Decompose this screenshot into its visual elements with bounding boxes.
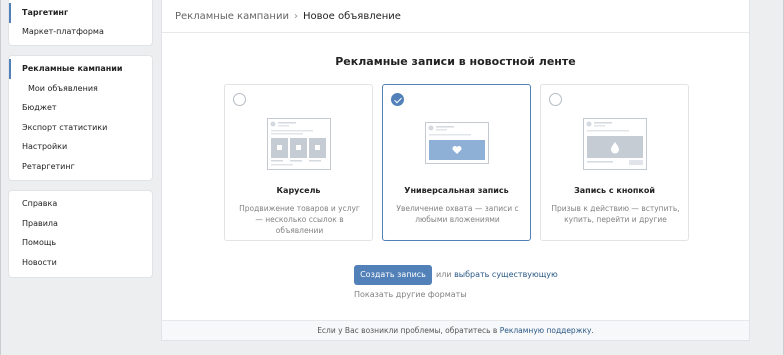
footer: Если у Вас возникли проблемы, обратитесь… (162, 320, 749, 340)
footer-end: . (591, 326, 594, 335)
sidebar-item-help[interactable]: Помощь (9, 233, 152, 253)
sidebar-item-market-platform[interactable]: Маркет-платформа (9, 22, 152, 42)
main-panel: Рекламные кампании › Новое объявление Рекл… (162, 0, 749, 340)
sidebar-item-my-ads[interactable]: Мои объявления (9, 79, 152, 99)
section-heading: Рекламные записи в новостной ленте (335, 55, 576, 68)
format-description: Увеличение охвата — записи с любыми влож… (396, 204, 519, 224)
format-title: Карусель (276, 186, 321, 195)
sidebar-section-ads: Рекламные кампании Мои объявления Бюджет… (9, 56, 152, 180)
show-other-formats-link[interactable]: Показать другие форматы (354, 290, 467, 299)
sidebar-item-rules[interactable]: Правила (9, 214, 152, 234)
button-post-illustration-icon (583, 118, 647, 170)
format-card-carousel[interactable]: Карусель Продвижение товаров и услуг — н… (224, 84, 373, 241)
format-description: Продвижение товаров и услуг — несколько … (239, 204, 360, 235)
create-post-button[interactable]: Создать запись (354, 265, 432, 285)
breadcrumb-current: Новое объявление (302, 11, 401, 22)
format-card-universal[interactable]: Универсальная запись Увеличение охвата —… (382, 84, 531, 241)
format-card-button-post[interactable]: Запись с кнопкой Призыв к действию — вст… (540, 84, 689, 241)
or-text: или (436, 270, 452, 279)
sidebar-item-budget[interactable]: Бюджет (9, 98, 152, 118)
sidebar-item-export-stats[interactable]: Экспорт статистики (9, 118, 152, 138)
breadcrumb-separator-icon: › (293, 11, 298, 22)
choose-existing-line: или выбрать существующую (436, 265, 558, 285)
universal-post-illustration-icon (425, 122, 489, 164)
sidebar-item-news[interactable]: Новости (9, 253, 152, 273)
breadcrumb: Рекламные кампании › Новое объявление (162, 0, 749, 33)
sidebar-item-ad-campaigns[interactable]: Рекламные кампании (9, 59, 152, 79)
sidebar-item-reference[interactable]: Справка (9, 194, 152, 214)
radio-icon[interactable] (549, 93, 562, 106)
sidebar-item-targeting[interactable]: Таргетинг (9, 3, 152, 23)
radio-icon[interactable] (233, 93, 246, 106)
format-title: Универсальная запись (404, 186, 509, 195)
breadcrumb-parent-link[interactable]: Рекламные кампании (175, 11, 289, 22)
format-title: Запись с кнопкой (574, 186, 655, 195)
ad-support-link[interactable]: Рекламную поддержку (500, 326, 592, 335)
carousel-illustration-icon (267, 118, 331, 170)
footer-text: Если у Вас возникли проблемы, обратитесь… (317, 326, 498, 335)
choose-existing-link[interactable]: выбрать существующую (454, 270, 558, 279)
format-description: Призыв к действию — вступить, купить, пе… (551, 204, 680, 224)
sidebar-section-tools: Таргетинг Маркет-платформа (9, 0, 152, 45)
sidebar-item-retargeting[interactable]: Ретаргетинг (9, 157, 152, 177)
sidebar-item-settings[interactable]: Настройки (9, 137, 152, 157)
sidebar-section-help: Справка Правила Помощь Новости (9, 191, 152, 277)
checkmark-icon[interactable] (391, 93, 404, 106)
